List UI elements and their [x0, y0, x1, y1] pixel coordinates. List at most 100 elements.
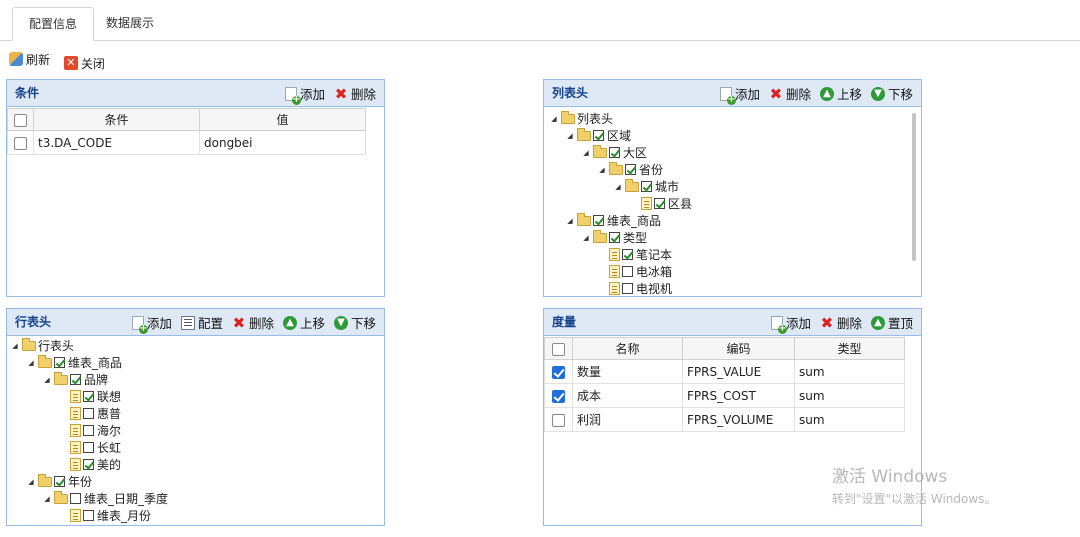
- row-checkbox[interactable]: [552, 413, 565, 427]
- name-cell[interactable]: 成本: [572, 383, 683, 408]
- conditions-add-button[interactable]: 添加: [284, 84, 325, 105]
- expand-arrow-icon[interactable]: ◢: [27, 478, 35, 486]
- tree-checkbox[interactable]: [625, 164, 636, 175]
- tree-node[interactable]: 联想: [59, 388, 121, 405]
- expand-arrow-icon[interactable]: ◢: [582, 234, 590, 242]
- tree-node[interactable]: 笔记本: [598, 246, 672, 263]
- expand-arrow-icon[interactable]: ◢: [27, 359, 35, 367]
- table-row[interactable]: 利润 FPRS_VOLUME sum: [544, 407, 905, 432]
- rows-delete-button[interactable]: ✖ 删除: [232, 313, 274, 332]
- tree-node[interactable]: ◢ 年份: [27, 473, 92, 490]
- rows-config-button[interactable]: 配置: [180, 313, 223, 332]
- tree-checkbox[interactable]: [654, 198, 665, 209]
- code-cell[interactable]: FPRS_VALUE: [682, 359, 795, 384]
- tree-node[interactable]: ◢ 维表_日期_季度: [43, 490, 168, 507]
- tree-checkbox[interactable]: [54, 357, 65, 368]
- expand-arrow-icon[interactable]: ◢: [43, 376, 51, 384]
- tree-node[interactable]: ◢ 类型: [582, 229, 647, 246]
- expand-arrow-icon[interactable]: ◢: [11, 342, 19, 350]
- tree-checkbox[interactable]: [622, 266, 633, 277]
- select-all-checkbox[interactable]: [14, 113, 27, 127]
- tree-checkbox[interactable]: [70, 374, 81, 385]
- tab-data[interactable]: 数据展示: [90, 7, 170, 41]
- tab-config[interactable]: 配置信息: [12, 7, 95, 41]
- expand-arrow-icon[interactable]: ◢: [566, 132, 574, 140]
- tree-checkbox[interactable]: [70, 493, 81, 504]
- value-cell[interactable]: dongbei: [199, 130, 366, 155]
- tree-node[interactable]: ◢ 省份: [598, 161, 663, 178]
- column-header[interactable]: 值: [199, 108, 366, 131]
- rows-move-up-button[interactable]: ▲ 上移: [282, 313, 325, 332]
- close-button[interactable]: ✕ 关闭: [63, 53, 105, 73]
- table-row[interactable]: t3.DA_CODE dongbei: [7, 130, 366, 155]
- tree-node[interactable]: ◢ 维表_商品: [566, 212, 661, 229]
- columns-move-down-button[interactable]: ▼ 下移: [870, 84, 913, 103]
- table-row[interactable]: 数量 FPRS_VALUE sum: [544, 359, 905, 384]
- table-row[interactable]: 成本 FPRS_COST sum: [544, 383, 905, 408]
- rows-move-down-button[interactable]: ▼ 下移: [333, 313, 376, 332]
- column-header[interactable]: 编码: [682, 337, 795, 360]
- tree-checkbox[interactable]: [83, 510, 94, 521]
- expand-arrow-icon[interactable]: ◢: [566, 217, 574, 225]
- type-cell[interactable]: sum: [794, 359, 905, 384]
- row-checkbox[interactable]: [552, 365, 565, 379]
- tree-checkbox[interactable]: [609, 232, 620, 243]
- expand-arrow-icon[interactable]: ◢: [582, 149, 590, 157]
- tree-checkbox[interactable]: [593, 215, 604, 226]
- measures-delete-button[interactable]: ✖ 删除: [820, 313, 862, 332]
- tree-node[interactable]: 电视机: [598, 280, 672, 297]
- row-checkbox[interactable]: [14, 136, 27, 150]
- tree-checkbox[interactable]: [83, 391, 94, 402]
- tree-node[interactable]: ◢ 品牌: [43, 371, 108, 388]
- type-cell[interactable]: sum: [794, 383, 905, 408]
- tree-node[interactable]: ◢ 维表_商品: [27, 354, 122, 371]
- tree-node[interactable]: ◢ 行表头: [11, 337, 74, 354]
- columns-add-button[interactable]: 添加: [719, 84, 760, 105]
- tree-node[interactable]: 惠普: [59, 405, 121, 422]
- rows-add-button[interactable]: 添加: [131, 313, 172, 334]
- tree-node[interactable]: ◢ 列表头: [550, 110, 613, 127]
- tree-checkbox[interactable]: [593, 130, 604, 141]
- tree-node[interactable]: 区县: [630, 195, 692, 212]
- column-header[interactable]: 名称: [572, 337, 683, 360]
- expand-arrow-icon[interactable]: ◢: [550, 115, 558, 123]
- name-cell[interactable]: 数量: [572, 359, 683, 384]
- tree-node[interactable]: ◢ 大区: [582, 144, 647, 161]
- tree-checkbox[interactable]: [622, 249, 633, 260]
- code-cell[interactable]: FPRS_VOLUME: [682, 407, 795, 432]
- expand-arrow-icon[interactable]: ◢: [43, 495, 51, 503]
- expand-arrow-icon[interactable]: ◢: [614, 183, 622, 191]
- tree-checkbox[interactable]: [83, 459, 94, 470]
- tree-checkbox[interactable]: [83, 442, 94, 453]
- conditions-delete-button[interactable]: ✖ 删除: [334, 84, 376, 103]
- measures-add-button[interactable]: 添加: [770, 313, 811, 334]
- tree-node[interactable]: 海尔: [59, 422, 121, 439]
- name-cell[interactable]: 利润: [572, 407, 683, 432]
- columns-scrollbar[interactable]: [912, 113, 916, 261]
- columns-delete-button[interactable]: ✖ 删除: [769, 84, 811, 103]
- expand-arrow-icon[interactable]: ◢: [598, 166, 606, 174]
- select-all-checkbox[interactable]: [552, 342, 565, 356]
- row-checkbox[interactable]: [552, 389, 565, 403]
- measures-top-button[interactable]: ▲ 置顶: [870, 313, 913, 332]
- tree-node[interactable]: 长虹: [59, 439, 121, 456]
- type-cell[interactable]: sum: [794, 407, 905, 432]
- column-header[interactable]: 类型: [794, 337, 905, 360]
- tree-checkbox[interactable]: [83, 425, 94, 436]
- code-cell[interactable]: FPRS_COST: [682, 383, 795, 408]
- tree-node[interactable]: 维表_月份: [59, 507, 151, 524]
- row-check-cell: [7, 130, 34, 155]
- condition-cell[interactable]: t3.DA_CODE: [33, 130, 200, 155]
- column-header[interactable]: 条件: [33, 108, 200, 131]
- tree-node[interactable]: 电冰箱: [598, 263, 672, 280]
- tree-node[interactable]: ◢ 区域: [566, 127, 631, 144]
- columns-move-up-button[interactable]: ▲ 上移: [819, 84, 862, 103]
- tree-checkbox[interactable]: [622, 283, 633, 294]
- tree-node[interactable]: 美的: [59, 456, 121, 473]
- tree-checkbox[interactable]: [83, 408, 94, 419]
- refresh-button[interactable]: 刷新: [9, 49, 50, 69]
- tree-checkbox[interactable]: [609, 147, 620, 158]
- tree-checkbox[interactable]: [54, 476, 65, 487]
- tree-checkbox[interactable]: [641, 181, 652, 192]
- tree-node[interactable]: ◢ 城市: [614, 178, 679, 195]
